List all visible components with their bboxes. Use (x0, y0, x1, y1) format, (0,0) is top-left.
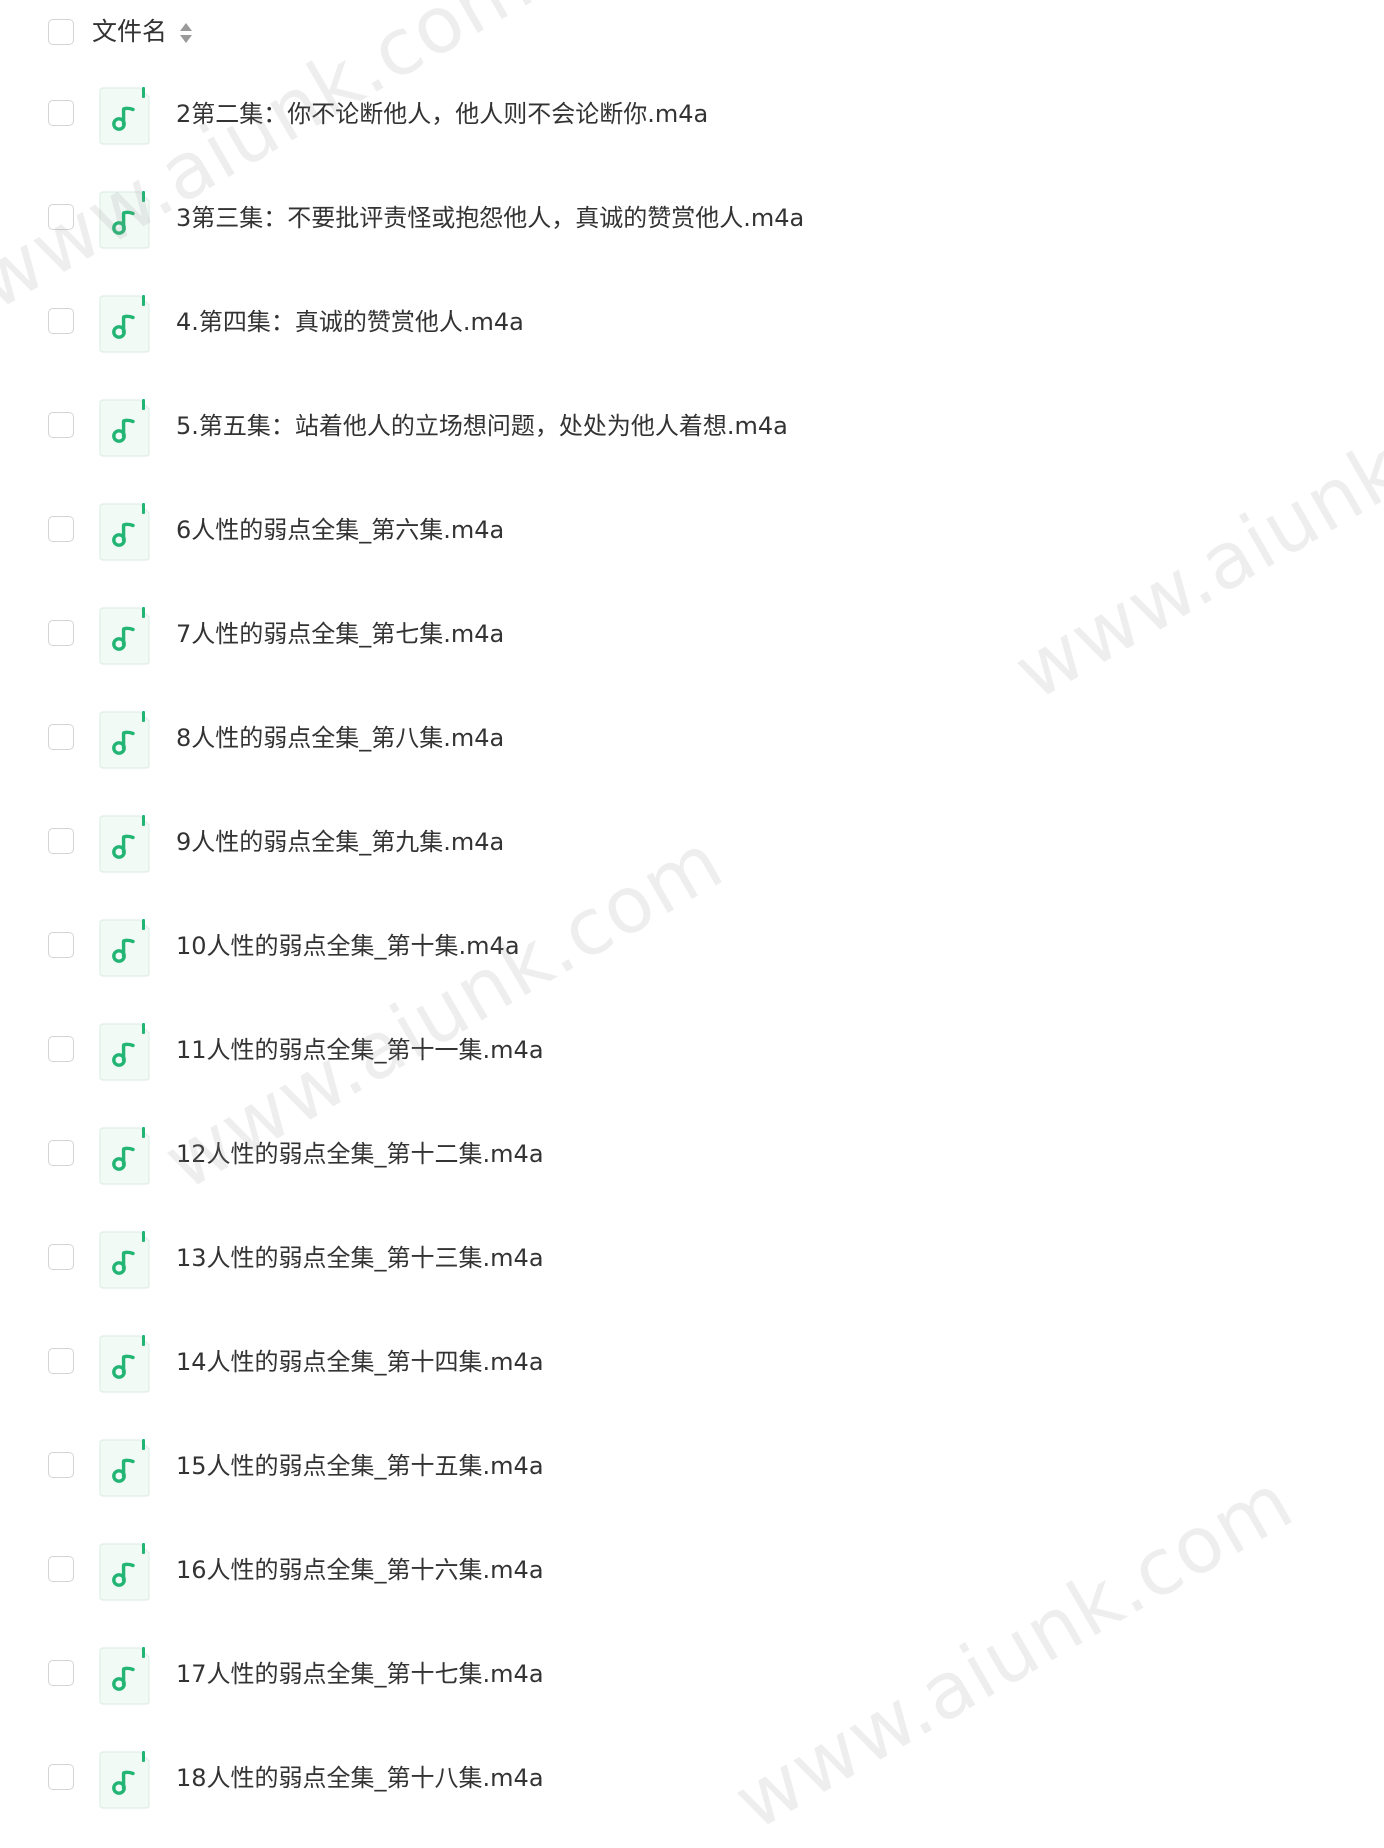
file-row[interactable]: 13人性的弱点全集_第十三集.m4a (0, 1205, 1384, 1309)
filename-column-header[interactable]: 文件名 (92, 14, 167, 50)
row-checkbox[interactable] (48, 724, 74, 750)
music-note-icon (99, 1647, 150, 1705)
file-row[interactable]: 4.第四集：真诚的赞赏他人.m4a (0, 269, 1384, 373)
row-checkbox[interactable] (48, 1348, 74, 1374)
file-name[interactable]: 18人性的弱点全集_第十八集.m4a (176, 1760, 544, 1796)
file-row[interactable]: 14人性的弱点全集_第十四集.m4a (0, 1309, 1384, 1413)
row-checkbox[interactable] (48, 932, 74, 958)
file-name[interactable]: 7人性的弱点全集_第七集.m4a (176, 616, 504, 652)
file-row[interactable]: 11人性的弱点全集_第十一集.m4a (0, 997, 1384, 1101)
file-row[interactable]: 6人性的弱点全集_第六集.m4a (0, 477, 1384, 581)
file-row[interactable]: 2第二集：你不论断他人，他人则不会论断你.m4a (0, 61, 1384, 165)
music-note-icon (99, 87, 150, 145)
file-row[interactable]: 8人性的弱点全集_第八集.m4a (0, 685, 1384, 789)
file-name[interactable]: 6人性的弱点全集_第六集.m4a (176, 512, 504, 548)
file-row[interactable]: 17人性的弱点全集_第十七集.m4a (0, 1621, 1384, 1725)
music-note-icon (99, 1231, 150, 1289)
file-name[interactable]: 10人性的弱点全集_第十集.m4a (176, 928, 520, 964)
select-all-checkbox[interactable] (48, 19, 74, 45)
file-row[interactable]: 15人性的弱点全集_第十五集.m4a (0, 1413, 1384, 1517)
file-name[interactable]: 5.第五集：站着他人的立场想问题，处处为他人着想.m4a (176, 408, 788, 444)
music-note-icon (99, 1127, 150, 1185)
music-note-icon (99, 399, 150, 457)
file-name[interactable]: 12人性的弱点全集_第十二集.m4a (176, 1136, 544, 1172)
file-name[interactable]: 8人性的弱点全集_第八集.m4a (176, 720, 504, 756)
file-row[interactable]: 3第三集：不要批评责怪或抱怨他人，真诚的赞赏他人.m4a (0, 165, 1384, 269)
row-checkbox[interactable] (48, 1764, 74, 1790)
row-checkbox[interactable] (48, 1244, 74, 1270)
row-checkbox[interactable] (48, 1660, 74, 1686)
file-name[interactable]: 2第二集：你不论断他人，他人则不会论断你.m4a (176, 96, 708, 132)
file-list: 文件名 2第二集：你不论断他人，他人则不会论断你.m4a 3第三集：不要批评责怪或… (0, 0, 1384, 1809)
file-name[interactable]: 9人性的弱点全集_第九集.m4a (176, 824, 504, 860)
music-note-icon (99, 711, 150, 769)
row-checkbox[interactable] (48, 516, 74, 542)
music-note-icon (99, 919, 150, 977)
music-note-icon (99, 1543, 150, 1601)
music-note-icon (99, 295, 150, 353)
music-note-icon (99, 503, 150, 561)
row-checkbox[interactable] (48, 308, 74, 334)
music-note-icon (99, 1751, 150, 1809)
file-name[interactable]: 17人性的弱点全集_第十七集.m4a (176, 1656, 544, 1692)
music-note-icon (99, 1439, 150, 1497)
music-note-icon (99, 191, 150, 249)
file-row[interactable]: 10人性的弱点全集_第十集.m4a (0, 893, 1384, 997)
sort-updown-icon[interactable] (178, 20, 194, 46)
row-checkbox[interactable] (48, 412, 74, 438)
file-row[interactable]: 9人性的弱点全集_第九集.m4a (0, 789, 1384, 893)
music-note-icon (99, 607, 150, 665)
row-checkbox[interactable] (48, 828, 74, 854)
file-name[interactable]: 16人性的弱点全集_第十六集.m4a (176, 1552, 544, 1588)
row-checkbox[interactable] (48, 100, 74, 126)
file-row[interactable]: 12人性的弱点全集_第十二集.m4a (0, 1101, 1384, 1205)
file-name[interactable]: 13人性的弱点全集_第十三集.m4a (176, 1240, 544, 1276)
music-note-icon (99, 1335, 150, 1393)
file-name[interactable]: 14人性的弱点全集_第十四集.m4a (176, 1344, 544, 1380)
row-checkbox[interactable] (48, 204, 74, 230)
file-row[interactable]: 7人性的弱点全集_第七集.m4a (0, 581, 1384, 685)
file-name[interactable]: 11人性的弱点全集_第十一集.m4a (176, 1032, 544, 1068)
file-row[interactable]: 16人性的弱点全集_第十六集.m4a (0, 1517, 1384, 1621)
file-row[interactable]: 18人性的弱点全集_第十八集.m4a (0, 1725, 1384, 1829)
file-list-header: 文件名 (0, 0, 1384, 64)
music-note-icon (99, 815, 150, 873)
music-note-icon (99, 1023, 150, 1081)
row-checkbox[interactable] (48, 1452, 74, 1478)
row-checkbox[interactable] (48, 1140, 74, 1166)
row-checkbox[interactable] (48, 1556, 74, 1582)
file-name[interactable]: 3第三集：不要批评责怪或抱怨他人，真诚的赞赏他人.m4a (176, 200, 804, 236)
row-checkbox[interactable] (48, 1036, 74, 1062)
file-name[interactable]: 4.第四集：真诚的赞赏他人.m4a (176, 304, 524, 340)
file-row[interactable]: 5.第五集：站着他人的立场想问题，处处为他人着想.m4a (0, 373, 1384, 477)
row-checkbox[interactable] (48, 620, 74, 646)
file-name[interactable]: 15人性的弱点全集_第十五集.m4a (176, 1448, 544, 1484)
